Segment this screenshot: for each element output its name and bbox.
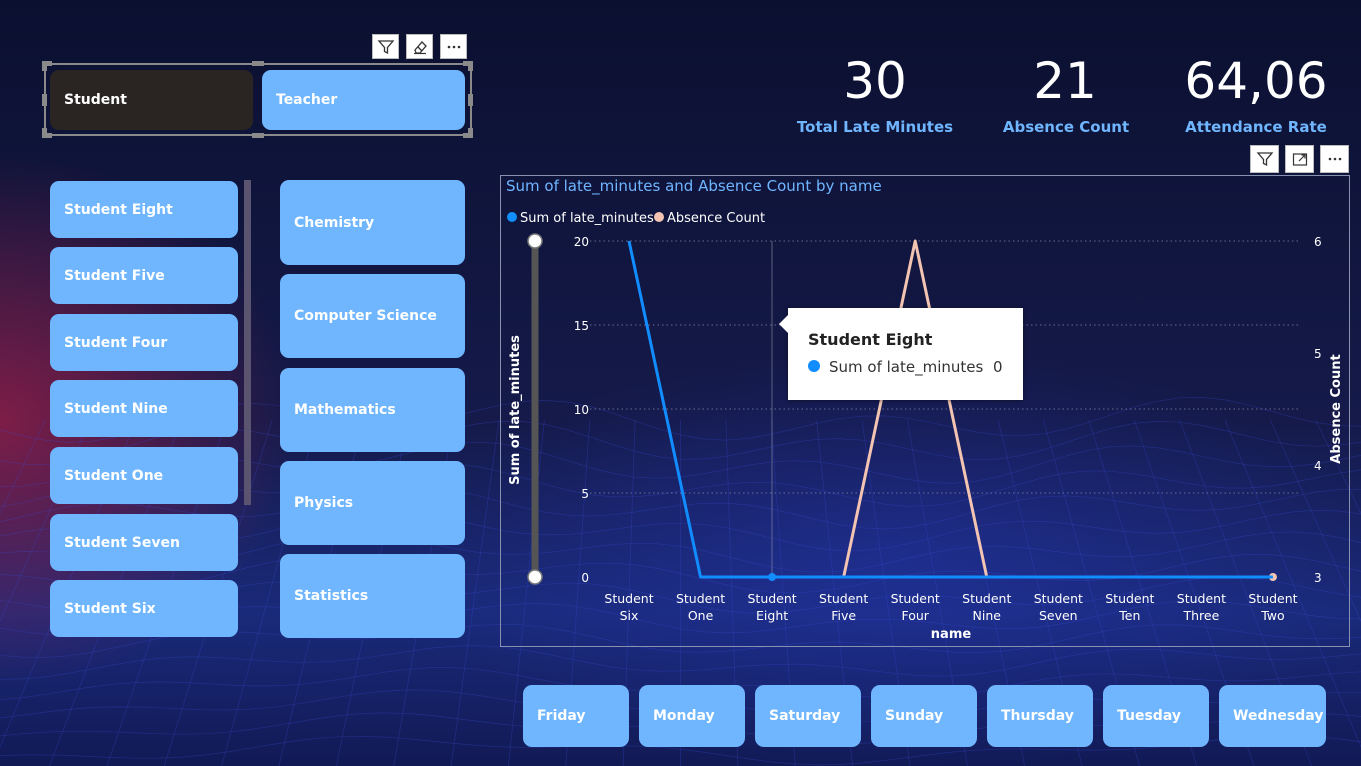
y2-tick-label: 4 [1314,459,1322,473]
y-tick-label: 5 [581,487,589,501]
resize-handle[interactable] [42,94,47,106]
day-tile[interactable]: Wednesday [1219,685,1326,747]
tooltip-title: Student Eight [808,330,933,349]
filter-icon[interactable] [372,34,399,59]
x-tick-label: Student Two [1248,591,1297,623]
y-tick-label: 20 [574,235,589,249]
x-tick-label: Student Three [1177,591,1226,623]
line-chart[interactable]: Sum of late_minutes Absence Count Sum of… [500,195,1350,647]
kpi-label-late-minutes: Total Late Minutes [796,118,954,136]
resize-handle[interactable] [252,61,264,66]
filter-icon[interactable] [1250,145,1279,173]
more-options-icon[interactable] [440,34,467,59]
tooltip-series-label: Sum of late_minutes [829,358,984,376]
day-tile[interactable]: Saturday [755,685,861,747]
subject-tile[interactable]: Computer Science [280,274,465,358]
chart-title: Sum of late_minutes and Absence Count by… [506,177,882,195]
y2-tick-label: 6 [1314,235,1322,249]
eraser-icon[interactable] [406,34,433,59]
chart-tooltip: Student Eight Sum of late_minutes 0 [779,308,1023,400]
day-tile[interactable]: Sunday [871,685,977,747]
subject-tile[interactable]: Mathematics [280,368,465,452]
resize-handle[interactable] [468,61,473,71]
x-axis-title: name [931,627,972,642]
data-point-late-minutes [768,573,777,581]
kpi-label-attendance-rate: Attendance Rate [1185,118,1327,136]
name-tile[interactable]: Student Six [50,580,238,637]
zoom-slider-top-handle[interactable] [527,233,543,249]
name-tile[interactable]: Student Five [50,247,238,304]
tooltip-pointer [779,314,789,334]
tooltip-value: 0 [993,358,1003,376]
y2-tick-label: 3 [1314,571,1322,585]
day-tile[interactable]: Monday [639,685,745,747]
name-tile[interactable]: Student Eight [50,181,238,238]
subject-tile[interactable]: Chemistry [280,180,465,265]
x-tick-label: Student Five [819,591,868,623]
y-tick-label: 10 [574,403,589,417]
resize-handle[interactable] [468,94,473,106]
mesh-line [0,645,1361,680]
y-tick-label: 15 [574,319,589,333]
legend-label-late-minutes: Sum of late_minutes [520,211,654,226]
kpi-value-attendance-rate: 64,06 [1184,52,1328,110]
name-tile[interactable]: Student One [50,447,238,504]
names-scrollbar[interactable] [244,180,251,505]
y2-axis-title: Absence Count [1329,354,1344,463]
focus-mode-icon[interactable] [1285,145,1314,173]
kpi-value-late-minutes: 30 [843,52,907,110]
name-tile[interactable]: Student Nine [50,380,238,437]
kpi-label-absence-count: Absence Count [1002,118,1130,136]
zoom-slider-bottom-handle[interactable] [527,569,543,585]
x-tick-label: Student One [676,591,725,623]
resize-handle[interactable] [42,61,47,71]
role-tile-teacher[interactable]: Teacher [262,70,465,130]
legend-marker-absence-count [654,212,664,222]
y-axis-title: Sum of late_minutes [508,335,523,485]
x-tick-label: Student Eight [747,591,796,623]
x-tick-label: Student Six [604,591,653,623]
x-tick-label: Student Ten [1105,591,1154,623]
resize-handle[interactable] [42,128,47,138]
subject-tile[interactable]: Physics [280,461,465,545]
kpi-value-absence-count: 21 [1033,52,1097,110]
resize-handle[interactable] [468,128,473,138]
x-tick-label: Student Four [891,591,940,623]
day-tile[interactable]: Friday [523,685,629,747]
name-tile[interactable]: Student Four [50,314,238,371]
more-options-icon[interactable] [1320,145,1349,173]
y2-tick-label: 5 [1314,347,1322,361]
tooltip-series-marker [808,360,820,372]
legend-label-absence-count: Absence Count [667,211,765,226]
name-tile[interactable]: Student Seven [50,514,238,571]
x-tick-label: Student Nine [962,591,1011,623]
x-tick-label: Student Seven [1034,591,1083,623]
mesh-line [0,419,46,515]
day-tile[interactable]: Thursday [987,685,1093,747]
day-tile[interactable]: Tuesday [1103,685,1209,747]
subject-tile[interactable]: Statistics [280,554,465,638]
y-tick-label: 0 [581,571,589,585]
resize-handle[interactable] [252,133,264,138]
legend-marker-late-minutes [507,212,517,222]
role-tile-student[interactable]: Student [50,70,253,130]
